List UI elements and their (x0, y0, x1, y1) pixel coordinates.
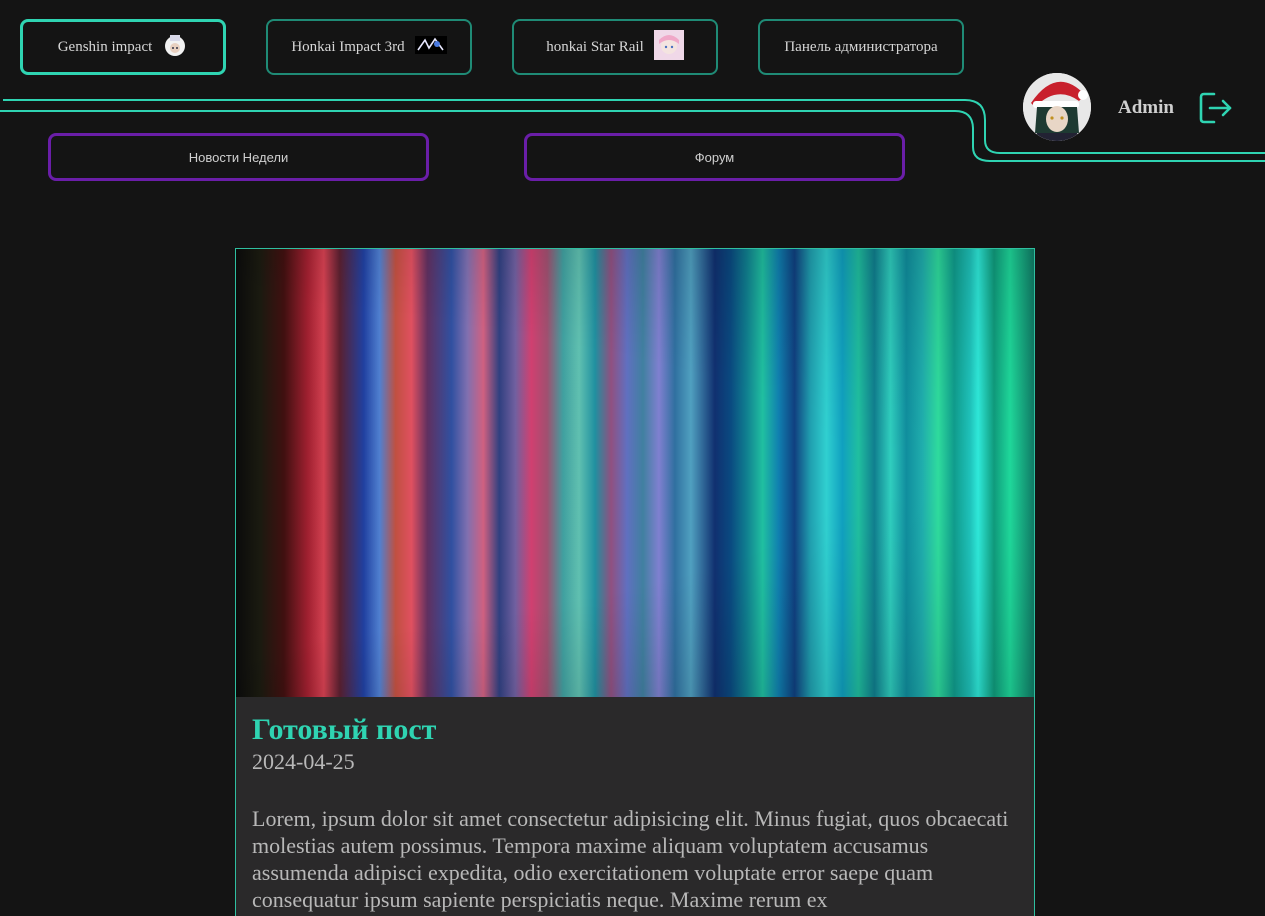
logout-icon[interactable] (1198, 91, 1234, 125)
nav-genshin-label: Genshin impact (57, 38, 153, 55)
star-rail-character-icon (653, 29, 684, 65)
page: Genshin impact Honkai Impact 3rd honkai … (0, 0, 1265, 916)
nav-weekly-news[interactable]: Новости Недели (48, 133, 429, 181)
nav-admin-label: Панель администратора (784, 38, 938, 55)
post-image (236, 249, 1034, 697)
nav-genshin-impact[interactable]: Genshin impact (20, 19, 226, 75)
nav-honkai-star-rail[interactable]: honkai Star Rail (512, 19, 718, 75)
post-title[interactable]: Готовый пост (252, 713, 1018, 747)
nav-forum-label: Форум (694, 149, 735, 165)
post-body: Готовый пост 2024-04-25 Lorem, ipsum dol… (236, 697, 1034, 913)
honkai-impact-logo-icon (414, 35, 447, 59)
post-date: 2024-04-25 (252, 749, 355, 774)
nav-weekly-news-label: Новости Недели (188, 149, 289, 165)
post-text: Lorem, ipsum dolor sit amet consectetur … (252, 806, 1009, 912)
genshin-character-icon (162, 31, 188, 64)
post-card[interactable]: Готовый пост 2024-04-25 Lorem, ipsum dol… (235, 248, 1035, 916)
nav-admin-panel[interactable]: Панель администратора (758, 19, 964, 75)
username: Admin (1118, 97, 1174, 118)
nav-star-rail-label: honkai Star Rail (546, 38, 644, 55)
nav-honkai-impact-label: Honkai Impact 3rd (291, 38, 405, 55)
nav-honkai-impact-3rd[interactable]: Honkai Impact 3rd (266, 19, 472, 75)
user-avatar-icon[interactable] (1023, 73, 1091, 141)
nav-forum[interactable]: Форум (524, 133, 905, 181)
